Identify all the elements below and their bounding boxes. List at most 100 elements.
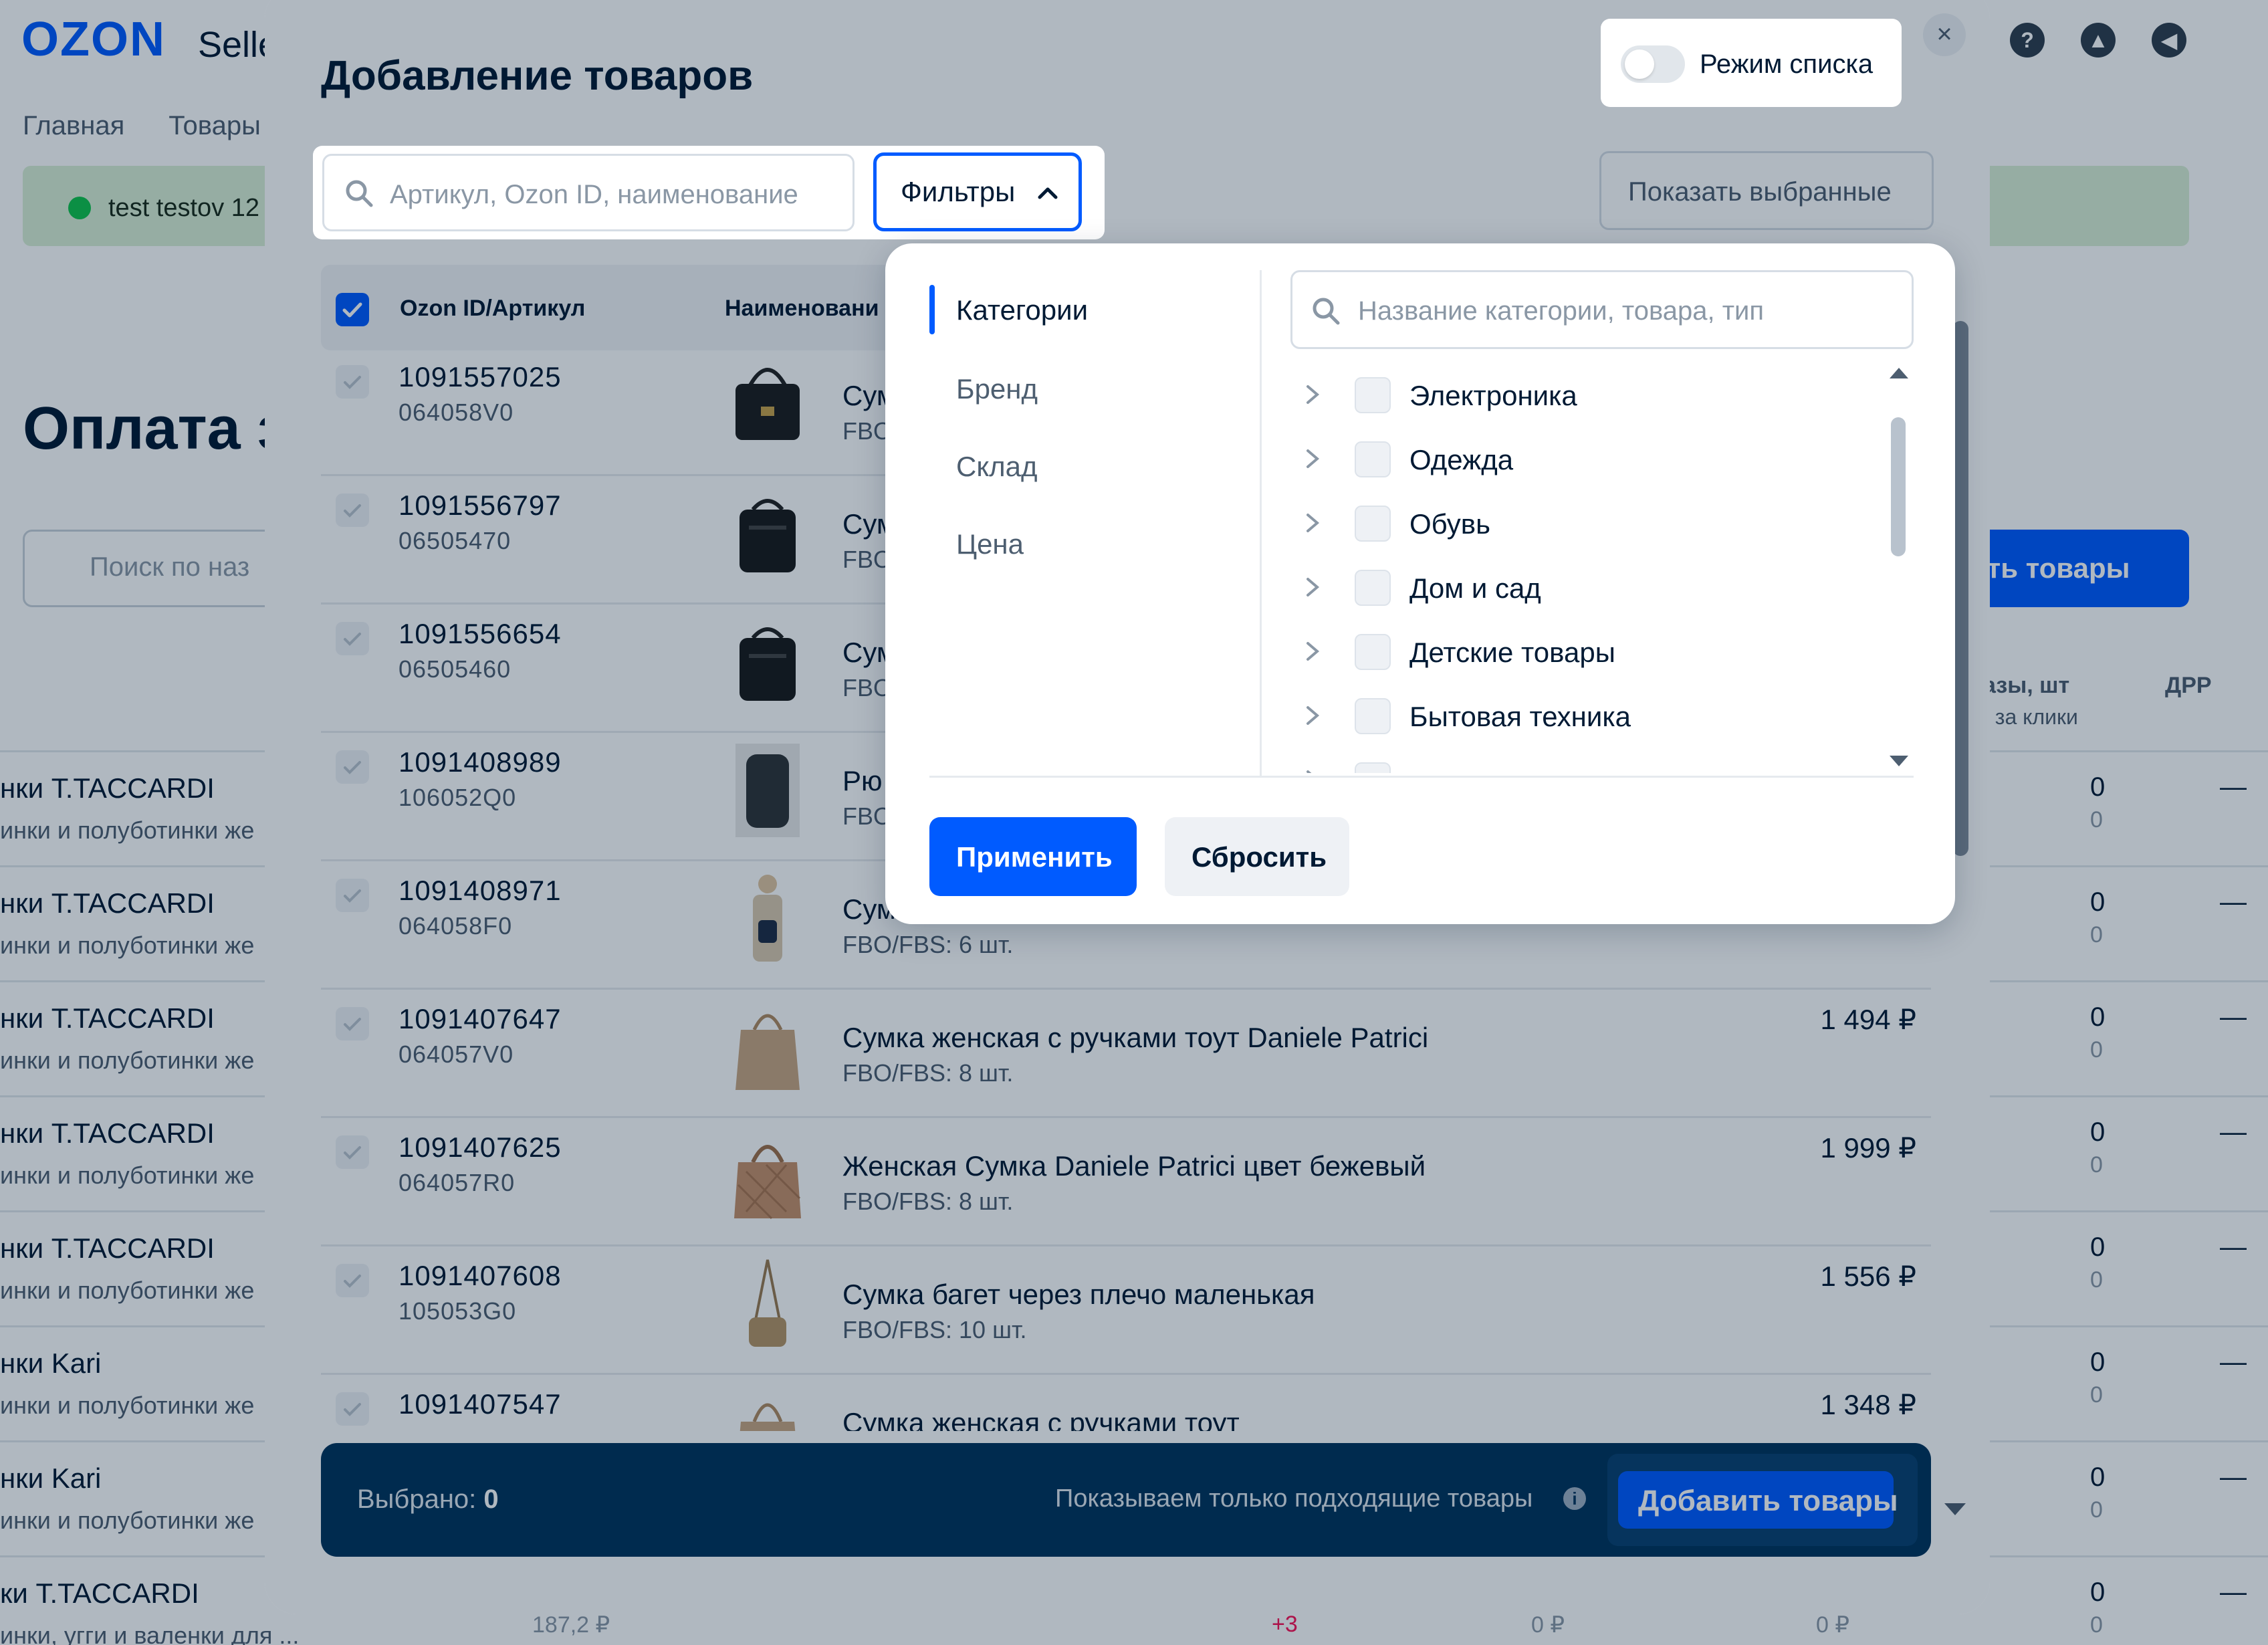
category-checkbox[interactable] [1355,506,1391,542]
product-sku: 064058F0 [399,912,513,940]
product-row[interactable]: 1091407647 064057V0 Сумка женская с ручк… [321,990,1931,1118]
category-item[interactable]: Бытовая техника [1290,685,1865,749]
checkmark-icon [344,633,361,646]
chevron-right-icon[interactable] [1301,510,1324,536]
category-checkbox[interactable] [1355,762,1391,773]
scroll-up-icon[interactable] [1887,364,1911,382]
toggle-switch[interactable] [1621,45,1685,83]
scroll-down-icon[interactable] [1942,1499,1968,1519]
column-header-name[interactable]: Наименовани [725,296,879,322]
chevron-right-icon[interactable] [1301,445,1324,472]
category-label: Бытовая техника [1409,701,1631,732]
add-products-button[interactable]: Добавить товары [1618,1471,1898,1529]
row-checkbox[interactable] [336,1264,369,1297]
checkmark-icon [344,376,361,389]
filters-footer-divider [929,776,1914,778]
category-checkbox[interactable] [1355,698,1391,734]
category-checkbox[interactable] [1355,634,1391,670]
checkmark-icon [344,1403,361,1416]
chevron-right-icon[interactable] [1301,381,1324,408]
filters-dropdown: Категории Бренд Склад Цена Название кате… [885,243,1955,924]
product-name: Женская Сумка Daniele Patrici цвет бежев… [842,1150,1426,1182]
product-stock: FBO [842,546,893,573]
checkmark-icon [344,1275,361,1288]
product-image-black-bag [735,368,800,440]
show-selected-button[interactable]: Показать выбранные [1599,151,1934,230]
row-checkbox[interactable] [336,750,369,784]
category-search-placeholder: Название категории, товара, тип [1358,296,1765,326]
product-row[interactable]: 1091407625 064057R0 Женская Сумка Daniel… [321,1118,1931,1246]
selected-count: 0 [483,1485,499,1514]
category-item[interactable]: Одежда [1290,428,1865,492]
product-id: 1091557025 [399,361,562,393]
list-mode-toggle[interactable]: Режим списка [1601,19,1902,107]
select-all-checkbox[interactable] [336,293,369,326]
product-id: 1091408989 [399,746,562,778]
category-search-input[interactable]: Название категории, товара, тип [1290,270,1914,349]
filters-button[interactable]: Фильтры [873,152,1082,231]
row-checkbox[interactable] [336,622,369,655]
category-item[interactable]: Детские товары [1290,621,1865,685]
chevron-right-icon[interactable] [1301,574,1324,600]
product-search-input[interactable]: Артикул, Ozon ID, наименование [322,154,855,231]
product-sku: 064057R0 [399,1169,516,1196]
search-placeholder: Артикул, Ozon ID, наименование [390,180,798,209]
scroll-thumb[interactable] [1891,417,1906,556]
row-checkbox[interactable] [336,365,369,399]
product-stock: FBO/FBS: 6 шт. [842,931,1014,958]
only-matching-text: Показываем только подходящие товары [1055,1485,1533,1513]
category-item-partial[interactable] [1290,749,1865,773]
product-name: Рю [842,765,883,796]
reset-button[interactable]: Сбросить [1165,817,1349,896]
checkmark-icon [342,302,362,318]
filters-divider [1260,270,1262,776]
product-id: 1091556797 [399,489,562,521]
chevron-right-icon[interactable] [1301,702,1324,729]
chevron-right-icon[interactable] [1301,638,1324,665]
add-products-button-wrapper: Добавить товары [1607,1454,1918,1546]
product-id: 1091407608 [399,1260,562,1291]
row-checkbox[interactable] [336,494,369,527]
product-stock: FBO [842,674,893,701]
filter-tab-price[interactable]: Цена [956,528,1024,560]
product-name: Сумка женская с ручками тоут [842,1407,1240,1431]
close-icon[interactable]: × [1923,13,1966,56]
product-sku: 105053G0 [399,1297,517,1325]
search-icon [346,180,373,207]
category-checkbox[interactable] [1355,441,1391,477]
chevron-right-icon[interactable] [1301,766,1324,773]
add-products-label: Добавить товары [1638,1485,1898,1517]
product-row[interactable]: 1091407547 Сумка женская с ручками тоут … [321,1375,1931,1431]
apply-button[interactable]: Применить [929,817,1137,896]
row-checkbox[interactable] [336,879,369,912]
product-stock: FBO [842,802,893,830]
category-checkbox[interactable] [1355,377,1391,413]
row-checkbox[interactable] [336,1007,369,1040]
product-price: 1 494 ₽ [1820,1004,1917,1035]
filter-tab-brand[interactable]: Бренд [956,373,1038,405]
product-sku: 06505470 [399,527,512,554]
info-icon[interactable]: i [1563,1487,1586,1510]
category-item[interactable]: Электроника [1290,364,1865,428]
toggle-knob [1625,49,1654,79]
column-header-id[interactable]: Ozon ID/Артикул [400,296,585,322]
category-item[interactable]: Дом и сад [1290,556,1865,621]
product-image-black-bag [740,499,796,572]
active-nav-indicator [929,285,935,334]
product-row[interactable]: 1091407608 105053G0 Сумка багет через пл… [321,1246,1931,1375]
product-price: 1 556 ₽ [1820,1260,1917,1292]
row-checkbox[interactable] [336,1392,369,1426]
category-scrollbar[interactable] [1882,364,1908,773]
checkmark-icon [344,761,361,774]
row-checkbox[interactable] [336,1135,369,1169]
scroll-down-icon[interactable] [1887,752,1911,770]
show-selected-label: Показать выбранные [1628,177,1892,207]
category-checkbox[interactable] [1355,570,1391,606]
category-item[interactable]: Обувь [1290,492,1865,556]
category-label: Обувь [1409,508,1490,540]
apply-label: Применить [956,841,1113,873]
filter-tab-warehouse[interactable]: Склад [956,451,1038,483]
filter-tab-categories[interactable]: Категории [956,294,1088,326]
product-stock: FBO/FBS: 8 шт. [842,1059,1014,1087]
product-id: 1091407647 [399,1003,562,1034]
